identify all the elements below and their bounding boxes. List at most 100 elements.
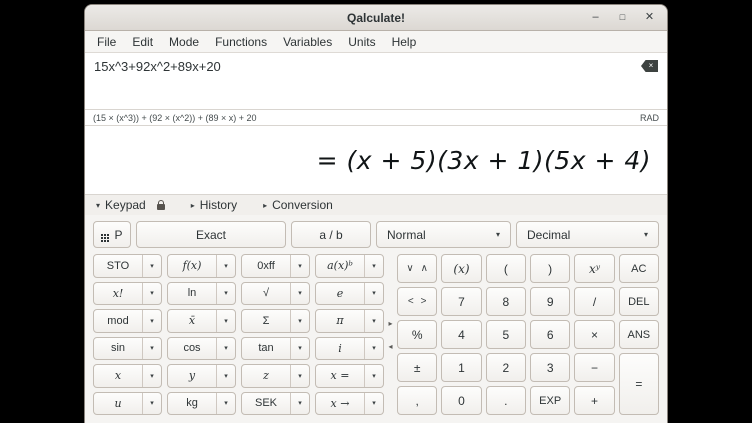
- key-tan-label[interactable]: tan: [242, 338, 290, 360]
- key-unit-kg-dropdown-icon[interactable]: ▾: [216, 393, 235, 415]
- key-sum-dropdown-icon[interactable]: ▾: [290, 310, 309, 332]
- key-convert-to-label[interactable]: x →: [316, 393, 364, 415]
- key-imaginary[interactable]: i ▾: [315, 337, 384, 361]
- key-imaginary-dropdown-icon[interactable]: ▾: [364, 338, 383, 360]
- key-currency-sek-dropdown-icon[interactable]: ▾: [290, 393, 309, 415]
- keypad-mode-button[interactable]: P: [93, 221, 131, 248]
- key-unit-u[interactable]: u ▾: [93, 392, 162, 416]
- expression-input[interactable]: 15x^3+92x^2+89x+20: [94, 59, 641, 74]
- key-convert-to[interactable]: x → ▾: [315, 392, 384, 416]
- key-plus[interactable]: +: [574, 386, 614, 415]
- key-cos-dropdown-icon[interactable]: ▾: [216, 338, 235, 360]
- key-factorial[interactable]: x! ▾: [93, 282, 162, 306]
- key-hex-label[interactable]: 0xff: [242, 255, 290, 277]
- key-unit-u-label[interactable]: u: [94, 393, 142, 415]
- key-minus[interactable]: −: [574, 353, 614, 382]
- key-solve-label[interactable]: x =: [316, 365, 364, 387]
- key-0[interactable]: 0: [441, 386, 481, 415]
- key-ln-label[interactable]: ln: [168, 283, 216, 305]
- key-divide[interactable]: /: [574, 287, 614, 316]
- key-sto-label[interactable]: STO: [94, 255, 142, 277]
- key-sto-dropdown-icon[interactable]: ▾: [142, 255, 161, 277]
- key-ln-dropdown-icon[interactable]: ▾: [216, 283, 235, 305]
- key-function[interactable]: f(x) ▾: [167, 254, 236, 278]
- key-e-label[interactable]: e: [316, 283, 364, 305]
- key-sto[interactable]: STO ▾: [93, 254, 162, 278]
- menu-edit[interactable]: Edit: [124, 33, 161, 51]
- menu-file[interactable]: File: [89, 33, 124, 51]
- key-ac[interactable]: AC: [619, 254, 659, 283]
- pad-splitter[interactable]: ▸ ◂: [384, 254, 397, 415]
- key-4[interactable]: 4: [441, 320, 481, 349]
- close-icon[interactable]: ✕: [642, 10, 657, 25]
- key-equals[interactable]: =: [619, 353, 659, 415]
- key-var-x-dropdown-icon[interactable]: ▾: [142, 365, 161, 387]
- key-mean-label[interactable]: x̄: [168, 310, 216, 332]
- key-multiply[interactable]: ×: [574, 320, 614, 349]
- key-exp[interactable]: EXP: [530, 386, 570, 415]
- conversion-expander[interactable]: ▸ Conversion: [263, 198, 333, 212]
- key-factorial-dropdown-icon[interactable]: ▾: [142, 283, 161, 305]
- key-convert-to-dropdown-icon[interactable]: ▾: [364, 393, 383, 415]
- key-7[interactable]: 7: [441, 287, 481, 316]
- key-sum-label[interactable]: Σ: [242, 310, 290, 332]
- key-pi-dropdown-icon[interactable]: ▾: [364, 310, 383, 332]
- key-x-parenthesis[interactable]: (x): [441, 254, 481, 283]
- key-6[interactable]: 6: [530, 320, 570, 349]
- titlebar[interactable]: Qalculate! – □ ✕: [85, 5, 667, 31]
- key-sqrt-label[interactable]: √: [242, 283, 290, 305]
- key-mean[interactable]: x̄ ▾: [167, 309, 236, 333]
- key-nav-leftright[interactable]: < >: [397, 287, 437, 316]
- key-factorial-label[interactable]: x!: [94, 283, 142, 305]
- key-sin-label[interactable]: sin: [94, 338, 142, 360]
- key-plus-minus[interactable]: ±: [397, 353, 437, 382]
- key-function-label[interactable]: f(x): [168, 255, 216, 277]
- key-del[interactable]: DEL: [619, 287, 659, 316]
- key-unit-u-dropdown-icon[interactable]: ▾: [142, 393, 161, 415]
- key-e-dropdown-icon[interactable]: ▾: [364, 283, 383, 305]
- key-open-paren[interactable]: (: [486, 254, 526, 283]
- key-cos-label[interactable]: cos: [168, 338, 216, 360]
- key-hex[interactable]: 0xff ▾: [241, 254, 310, 278]
- menu-mode[interactable]: Mode: [161, 33, 207, 51]
- menu-functions[interactable]: Functions: [207, 33, 275, 51]
- menu-units[interactable]: Units: [340, 33, 383, 51]
- key-mod-label[interactable]: mod: [94, 310, 142, 332]
- menu-help[interactable]: Help: [384, 33, 425, 51]
- maximize-icon[interactable]: □: [615, 10, 630, 25]
- key-pi-label[interactable]: π: [316, 310, 364, 332]
- chevron-down-icon[interactable]: ∨: [406, 263, 413, 274]
- key-pi[interactable]: π ▾: [315, 309, 384, 333]
- key-tan-dropdown-icon[interactable]: ▾: [290, 338, 309, 360]
- key-close-paren[interactable]: ): [530, 254, 570, 283]
- history-expander[interactable]: ▸ History: [191, 198, 237, 212]
- number-base-dropdown[interactable]: Decimal ▾: [516, 221, 659, 248]
- key-dot[interactable]: .: [486, 386, 526, 415]
- key-e[interactable]: e ▾: [315, 282, 384, 306]
- key-ans[interactable]: ANS: [619, 320, 659, 349]
- key-3[interactable]: 3: [530, 353, 570, 382]
- key-sin-dropdown-icon[interactable]: ▾: [142, 338, 161, 360]
- key-var-y-label[interactable]: y: [168, 365, 216, 387]
- key-var-y-dropdown-icon[interactable]: ▾: [216, 365, 235, 387]
- chevron-right-icon[interactable]: >: [421, 296, 427, 307]
- key-power[interactable]: xʸ: [574, 254, 614, 283]
- chevron-up-icon[interactable]: ∧: [421, 263, 428, 274]
- expression-input-area[interactable]: 15x^3+92x^2+89x+20 ×: [85, 53, 667, 109]
- key-mod[interactable]: mod ▾: [93, 309, 162, 333]
- key-mod-dropdown-icon[interactable]: ▾: [142, 310, 161, 332]
- key-function-dropdown-icon[interactable]: ▾: [216, 255, 235, 277]
- clear-backspace-icon[interactable]: ×: [641, 60, 658, 72]
- key-currency-sek-label[interactable]: SEK: [242, 393, 290, 415]
- key-var-x-label[interactable]: x: [94, 365, 142, 387]
- key-power-func[interactable]: a(x)ᵇ ▾: [315, 254, 384, 278]
- key-mean-dropdown-icon[interactable]: ▾: [216, 310, 235, 332]
- key-5[interactable]: 5: [486, 320, 526, 349]
- result-expression[interactable]: = (x + 5)(3x + 1)(5x + 4): [317, 146, 651, 175]
- key-tan[interactable]: tan ▾: [241, 337, 310, 361]
- keypad-expander[interactable]: ▾ Keypad: [96, 198, 165, 212]
- key-var-z[interactable]: z ▾: [241, 364, 310, 388]
- key-imaginary-label[interactable]: i: [316, 338, 364, 360]
- menu-variables[interactable]: Variables: [275, 33, 340, 51]
- key-power-func-dropdown-icon[interactable]: ▾: [364, 255, 383, 277]
